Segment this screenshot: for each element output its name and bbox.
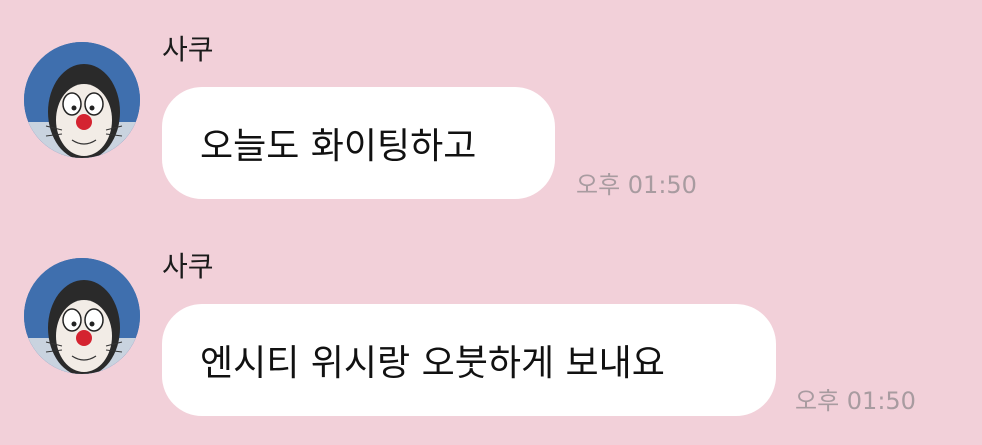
sender-name: 사쿠	[162, 33, 214, 66]
avatar-image	[24, 258, 140, 374]
message-bubble[interactable]: 오늘도 화이팅하고	[162, 87, 555, 199]
message-timestamp: 오후 01:50	[576, 171, 697, 199]
sender-name: 사쿠	[162, 250, 214, 283]
avatar-image	[24, 42, 140, 158]
message-bubble[interactable]: 엔시티 위시랑 오붓하게 보내요	[162, 304, 776, 416]
avatar[interactable]	[24, 258, 140, 374]
message-timestamp: 오후 01:50	[795, 387, 916, 415]
avatar[interactable]	[24, 42, 140, 158]
